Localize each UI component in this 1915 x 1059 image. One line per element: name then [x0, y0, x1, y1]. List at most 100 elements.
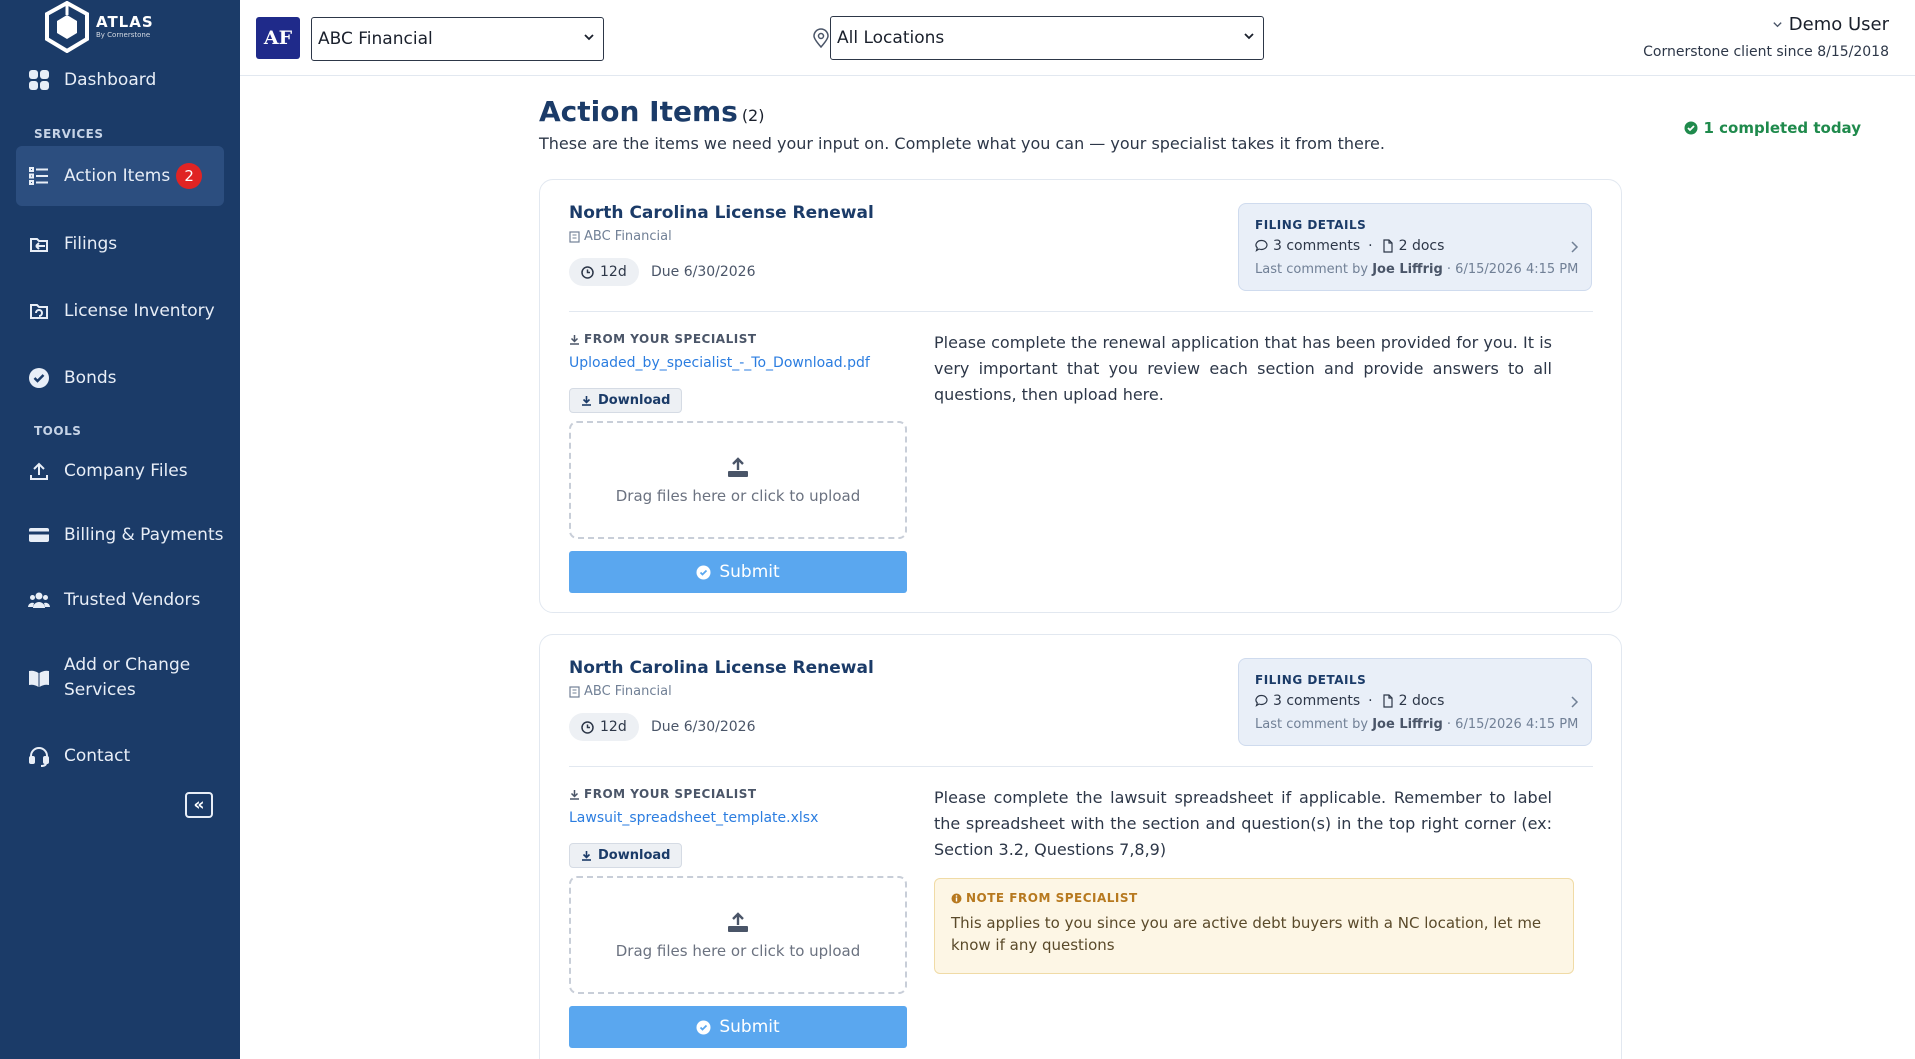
collapse-sidebar-button[interactable]: «	[185, 792, 213, 818]
card-title: North Carolina License Renewal	[569, 203, 874, 223]
headset-icon	[28, 745, 50, 767]
docs-count: 2 docs	[1398, 238, 1445, 254]
comments-count: 3 comments	[1273, 238, 1361, 254]
submit-button[interactable]: Submit	[569, 1006, 907, 1048]
last-comment: Last comment by Joe Liffrig · 6/15/2026 …	[1255, 262, 1578, 277]
due-date: Due 6/30/2026	[651, 264, 756, 280]
due-date: Due 6/30/2026	[651, 719, 756, 735]
sidebar-item-action-items[interactable]: Action Items 2	[16, 146, 224, 206]
cube-logo-icon	[45, 1, 89, 53]
download-icon	[582, 396, 591, 406]
submit-button[interactable]: Submit	[569, 551, 907, 593]
from-specialist-text: FROM YOUR SPECIALIST	[584, 787, 757, 801]
action-item-card: North Carolina License Renewal ABC Finan…	[539, 179, 1622, 613]
card-company: ABC Financial	[569, 684, 672, 699]
days-remaining: 12d	[600, 719, 627, 735]
sidebar: ATLAS By Cornerstone Dashboard SERVICES …	[0, 0, 240, 1059]
sidebar-item-label-line2: Services	[64, 680, 136, 700]
note-text: This applies to you since you are active…	[951, 914, 1542, 954]
last-comment-time: · 6/15/2026 4:15 PM	[1446, 262, 1579, 277]
days-remaining: 12d	[600, 264, 627, 280]
filing-details-box[interactable]: FILING DETAILS 3 comments · 2 docs Last …	[1238, 203, 1592, 291]
sidebar-item-bonds[interactable]: Bonds	[16, 348, 224, 408]
chevron-down-icon	[1773, 22, 1782, 28]
download-button[interactable]: Download	[569, 388, 683, 413]
sidebar-item-label: Dashboard	[64, 70, 157, 90]
action-item-card: North Carolina License Renewal ABC Finan…	[539, 634, 1622, 1059]
file-dropzone[interactable]: Drag files here or click to upload	[569, 876, 907, 994]
chevron-down-icon	[1244, 33, 1254, 40]
sidebar-item-label: Add or Change Services	[64, 653, 190, 703]
services-section-label: SERVICES	[34, 127, 104, 141]
specialist-file-link[interactable]: Lawsuit_spreadsheet_template.xlsx	[569, 810, 818, 826]
sidebar-item-label: Action Items	[64, 166, 171, 186]
download-small-icon	[570, 789, 579, 800]
sidebar-item-label: Trusted Vendors	[64, 590, 201, 610]
last-comment-author: Joe Liffrig	[1372, 717, 1443, 732]
action-items-count-badge: 2	[176, 163, 203, 189]
last-comment-prefix: Last comment by	[1255, 717, 1369, 732]
sidebar-item-trusted-vendors[interactable]: Trusted Vendors	[16, 570, 224, 630]
dropzone-text: Drag files here or click to upload	[615, 486, 861, 505]
sidebar-item-contact[interactable]: Contact	[16, 726, 224, 786]
card-divider	[569, 311, 1593, 312]
sidebar-item-license-inventory[interactable]: License Inventory	[16, 281, 224, 341]
instructions-text: Please complete the lawsuit spreadsheet …	[934, 788, 1552, 859]
logo-subtitle: By Cornerstone	[96, 31, 151, 39]
sidebar-item-label: Contact	[64, 746, 131, 766]
completed-today-text: 1 completed today	[1703, 119, 1862, 137]
submit-label: Submit	[719, 562, 780, 582]
specialist-note: NOTE FROM SPECIALIST This applies to you…	[934, 878, 1574, 974]
badge-check-icon	[28, 367, 50, 389]
atlas-logo[interactable]: ATLAS By Cornerstone	[44, 0, 154, 54]
tools-section-label: TOOLS	[34, 424, 82, 438]
page-title-count: (2)	[741, 106, 765, 125]
sidebar-item-billing[interactable]: Billing & Payments	[16, 505, 224, 565]
last-comment: Last comment by Joe Liffrig · 6/15/2026 …	[1255, 717, 1578, 732]
upload-icon	[728, 911, 748, 932]
clock-icon	[581, 265, 594, 279]
card-title: North Carolina License Renewal	[569, 658, 874, 678]
comments-count: 3 comments	[1273, 693, 1361, 709]
download-label: Download	[598, 848, 671, 863]
sidebar-item-label: License Inventory	[64, 301, 215, 321]
file-dropzone[interactable]: Drag files here or click to upload	[569, 421, 907, 539]
filing-details-box[interactable]: FILING DETAILS 3 comments · 2 docs Last …	[1238, 658, 1592, 746]
sidebar-item-label: Filings	[64, 234, 118, 254]
users-icon	[28, 589, 50, 611]
meta-separator: ·	[1368, 238, 1373, 254]
filing-details-label: FILING DETAILS	[1255, 218, 1367, 232]
last-comment-time: · 6/15/2026 4:15 PM	[1446, 717, 1579, 732]
card-company-name: ABC Financial	[584, 684, 672, 699]
location-select[interactable]: All Locations	[830, 16, 1264, 60]
page-subtitle: These are the items we need your input o…	[539, 134, 1385, 153]
company-select[interactable]: ABC Financial	[311, 17, 604, 61]
specialist-file-link[interactable]: Uploaded_by_specialist_-_To_Download.pdf	[569, 355, 870, 371]
check-circle-icon	[696, 1020, 711, 1034]
note-label: NOTE FROM SPECIALIST	[951, 891, 1557, 905]
sidebar-item-add-change-services[interactable]: Add or Change Services	[16, 648, 224, 708]
book-open-icon	[28, 667, 50, 689]
sidebar-item-label: Billing & Payments	[64, 525, 224, 545]
card-company-name: ABC Financial	[584, 229, 672, 244]
check-circle-icon	[1684, 121, 1698, 139]
topbar: AF ABC Financial All Locations Demo User…	[240, 0, 1915, 76]
sidebar-item-dashboard[interactable]: Dashboard	[16, 50, 224, 110]
from-specialist-text: FROM YOUR SPECIALIST	[584, 332, 757, 346]
sidebar-item-label: Company Files	[64, 461, 188, 481]
user-menu[interactable]: Demo User Cornerstone client since 8/15/…	[1643, 14, 1889, 60]
page-title-text: Action Items	[539, 95, 738, 128]
company-avatar: AF	[256, 17, 300, 59]
chevron-down-icon	[584, 34, 594, 41]
note-label-text: NOTE FROM SPECIALIST	[966, 891, 1138, 905]
sidebar-item-filings[interactable]: Filings	[16, 214, 224, 274]
sidebar-item-company-files[interactable]: Company Files	[16, 441, 224, 501]
chevron-right-icon	[1571, 696, 1579, 708]
document-icon	[1383, 694, 1393, 708]
days-remaining-pill: 12d	[569, 713, 639, 741]
last-comment-author: Joe Liffrig	[1372, 262, 1443, 277]
location-select-value: All Locations	[837, 28, 945, 48]
download-icon	[582, 851, 591, 861]
download-button[interactable]: Download	[569, 843, 683, 868]
from-specialist-label: FROM YOUR SPECIALIST	[569, 332, 757, 346]
